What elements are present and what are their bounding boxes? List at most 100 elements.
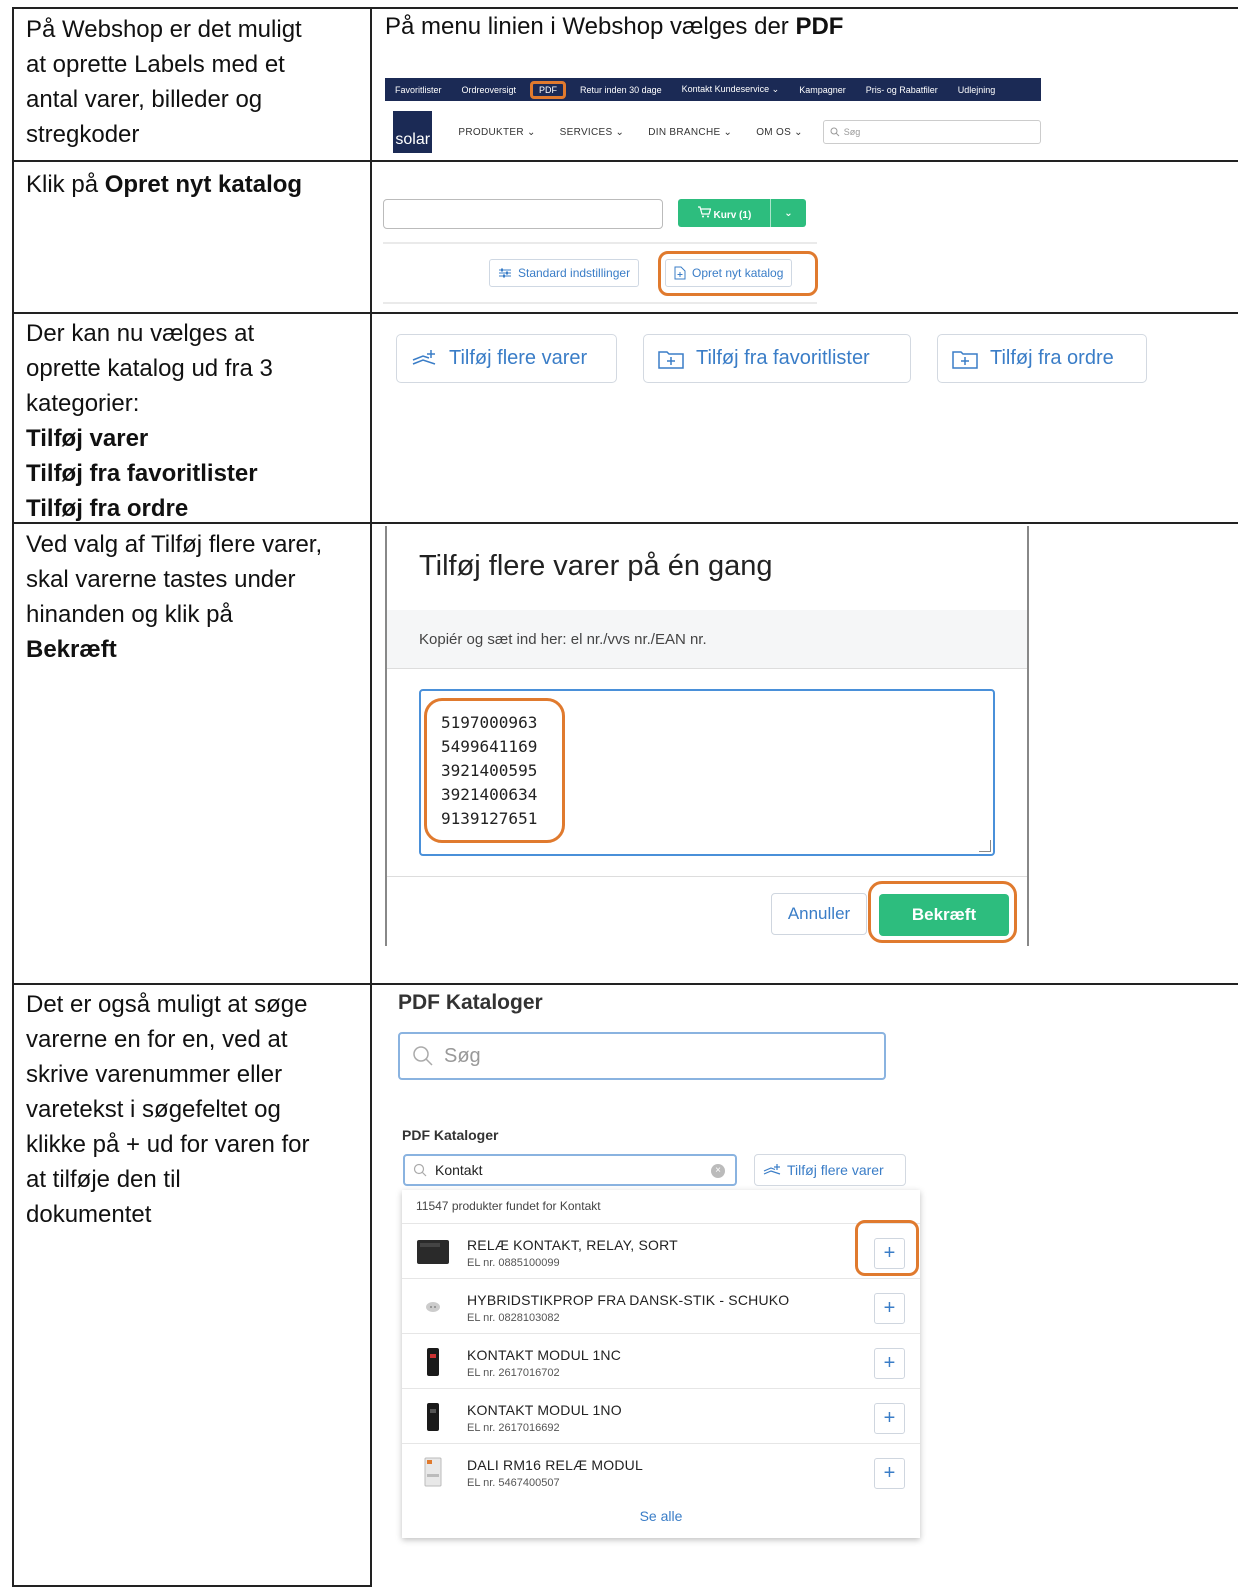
- row-divider-2: [12, 312, 1238, 314]
- folder-add-icon: [658, 349, 684, 369]
- add-product-button[interactable]: +: [874, 1293, 905, 1324]
- pdf-search-input[interactable]: Søg: [398, 1032, 886, 1080]
- row1-instruction-bold: PDF: [795, 13, 844, 40]
- tilfoej-flere-varer-small-button[interactable]: Tilføj flere varer: [754, 1154, 906, 1186]
- tilfoej-flere-varer-label: Tilføj flere varer: [449, 347, 588, 369]
- row1-description: På Webshop er det muligt at oprette Labe…: [26, 12, 356, 152]
- product-image: [416, 1236, 450, 1268]
- add-product-button[interactable]: +: [874, 1403, 905, 1434]
- list-item[interactable]: KONTAKT MODUL 1NO EL nr. 2617016692 +: [402, 1388, 920, 1443]
- kurv-button[interactable]: Kurv (1) ⌄: [678, 199, 806, 227]
- dialog-divider: [387, 668, 1027, 669]
- row4-line: Ved valg af Tilføj flere varer,: [26, 531, 323, 558]
- folder-add-icon: [952, 349, 978, 369]
- product-name: KONTAKT MODUL 1NO: [467, 1402, 622, 1418]
- row5-line: at tilføje den til: [26, 1166, 181, 1193]
- row1-instruction: På menu linien i Webshop vælges der PDF: [385, 12, 843, 42]
- row5-line: varerne en for en, ved at: [26, 1026, 288, 1053]
- see-all-link[interactable]: Se alle: [402, 1508, 920, 1524]
- tilfoej-flere-varer-button[interactable]: Tilføj flere varer: [396, 334, 617, 383]
- pdf-kataloger-heading: PDF Kataloger: [398, 991, 543, 1014]
- row3-description: Der kan nu vælges at oprette katalog ud …: [26, 316, 356, 526]
- row1-line: at oprette Labels med et: [26, 51, 285, 78]
- add-product-button[interactable]: +: [874, 1348, 905, 1379]
- search-results-dropdown: 11547 produkter fundet for Kontakt RELÆ …: [402, 1190, 920, 1538]
- row4-bold-line: Bekræft: [26, 636, 117, 663]
- menu-services[interactable]: SERVICES ⌄: [548, 127, 637, 138]
- solar-logo[interactable]: solar: [393, 111, 433, 153]
- product-image: [416, 1346, 450, 1378]
- row1-line: antal varer, billeder og: [26, 86, 263, 113]
- tilfoej-fra-favoritlister-button[interactable]: Tilføj fra favoritlister: [643, 334, 911, 383]
- row3-line: oprette katalog ud fra 3: [26, 355, 273, 382]
- row5-line: dokumentet: [26, 1201, 152, 1228]
- tilfoej-fra-ordre-button[interactable]: Tilføj fra ordre: [937, 334, 1147, 383]
- divider-line: [383, 302, 817, 304]
- product-el-number: EL nr. 5467400507: [467, 1477, 560, 1489]
- row2-text: Klik på: [26, 171, 105, 198]
- product-el-number: EL nr. 2617016692: [467, 1422, 560, 1434]
- cancel-button[interactable]: Annuller: [771, 893, 867, 935]
- nav-kampagner[interactable]: Kampagner: [789, 85, 856, 95]
- resize-handle-icon[interactable]: [979, 840, 991, 852]
- product-name: KONTAKT MODUL 1NC: [467, 1347, 622, 1363]
- kurv-main[interactable]: Kurv (1): [678, 205, 770, 221]
- standard-label: Standard indstillinger: [518, 266, 631, 280]
- list-item[interactable]: HYBRIDSTIKPROP FRA DANSK-STIK - SCHUKO E…: [402, 1278, 920, 1333]
- table-border-left: [12, 7, 14, 1587]
- table-border-top: [12, 7, 1238, 9]
- row1-instruction-text: På menu linien i Webshop vælges der: [385, 13, 796, 40]
- row4-description: Ved valg af Tilføj flere varer, skal var…: [26, 527, 356, 667]
- solar-header: solar PRODUKTER ⌄ SERVICES ⌄ DIN BRANCHE…: [385, 110, 1041, 154]
- row2-description: Klik på Opret nyt katalog: [26, 167, 356, 202]
- nav-favoritlister[interactable]: Favoritlister: [385, 85, 452, 95]
- product-el-number: EL nr. 2617016702: [467, 1367, 560, 1379]
- table-border-bottom: [12, 1585, 372, 1587]
- results-count: 11547 produkter fundet for Kontakt: [416, 1199, 601, 1213]
- nav-retur[interactable]: Retur inden 30 dage: [570, 85, 672, 95]
- pdf-kataloger-heading-2: PDF Kataloger: [402, 1127, 499, 1143]
- product-name: RELÆ KONTAKT, RELAY, SORT: [467, 1237, 678, 1253]
- row4-line: hinanden og klik på: [26, 601, 233, 628]
- nav-udlejning[interactable]: Udlejning: [948, 85, 1006, 95]
- chevron-down-icon[interactable]: ⌄: [771, 208, 806, 219]
- row1-line: På Webshop er det muligt: [26, 16, 302, 43]
- product-search-input[interactable]: Kontakt ×: [403, 1154, 737, 1186]
- row-divider-1: [12, 160, 1238, 162]
- standard-indstillinger-button[interactable]: Standard indstillinger: [489, 259, 640, 287]
- list-item[interactable]: DALI RM16 RELÆ MODUL EL nr. 5467400507 +: [402, 1443, 920, 1498]
- highlight-confirm: [868, 881, 1017, 943]
- row1-line: stregkoder: [26, 121, 140, 148]
- highlight-opret: [658, 251, 818, 296]
- menu-om-os[interactable]: OM OS ⌄: [744, 127, 815, 138]
- row5-line: Det er også muligt at søge: [26, 991, 308, 1018]
- small-add-label: Tilføj flere varer: [787, 1162, 884, 1178]
- product-name: DALI RM16 RELÆ MODUL: [467, 1457, 643, 1473]
- add-product-button[interactable]: +: [874, 1458, 905, 1489]
- menu-produkter[interactable]: PRODUKTER ⌄: [446, 127, 547, 138]
- highlight-plus: [855, 1220, 919, 1276]
- menu-din-branche[interactable]: DIN BRANCHE ⌄: [636, 127, 744, 138]
- list-item[interactable]: KONTAKT MODUL 1NC EL nr. 2617016702 +: [402, 1333, 920, 1388]
- header-search-input[interactable]: Søg: [822, 120, 1041, 144]
- product-el-number: EL nr. 0885100099: [467, 1257, 560, 1269]
- nav-pdf[interactable]: PDF: [530, 80, 567, 99]
- nav-pris-rabatfiler[interactable]: Pris- og Rabatfiler: [856, 85, 948, 95]
- nav-kontakt-kundeservice[interactable]: Kontakt Kundeservice ⌄: [672, 84, 790, 95]
- dialog-title: Tilføj flere varer på én gang: [419, 550, 773, 582]
- row3-line: Der kan nu vælges at: [26, 320, 255, 347]
- row-divider-4: [12, 983, 1238, 985]
- nav-ordreoversigt[interactable]: Ordreoversigt: [452, 85, 527, 95]
- pdf-search-placeholder: Søg: [444, 1044, 481, 1067]
- list-item[interactable]: RELÆ KONTAKT, RELAY, SORT EL nr. 0885100…: [402, 1223, 920, 1278]
- tilfoej-fra-favoritlister-label: Tilføj fra favoritlister: [696, 347, 870, 369]
- divider-line: [383, 242, 817, 244]
- clear-search-icon[interactable]: ×: [711, 1164, 725, 1178]
- top-search-field[interactable]: [383, 199, 663, 229]
- header-search-placeholder: Søg: [843, 127, 861, 137]
- sliders-icon: [498, 267, 512, 279]
- row2-bold: Opret nyt katalog: [104, 171, 303, 198]
- row3-bold-line: Tilføj fra ordre: [26, 495, 189, 522]
- kurv-divider: [770, 199, 771, 227]
- webshop-navbar: Favoritlister Ordreoversigt PDF Retur in…: [385, 78, 1041, 101]
